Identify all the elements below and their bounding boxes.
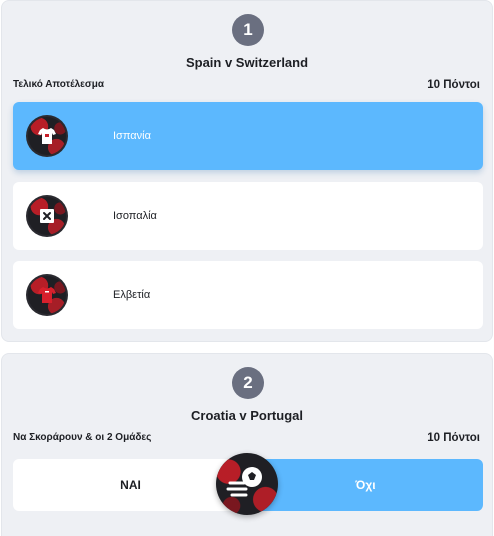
question-number-badge: 1 (232, 14, 264, 46)
match-title: Spain v Switzerland (185, 55, 309, 70)
question-number-badge: 2 (232, 367, 264, 399)
option-label: Ισπανία (113, 130, 151, 142)
points-label: 10 Πόντοι (427, 79, 480, 91)
option-label: Ισοπαλία (113, 210, 157, 222)
yes-button[interactable]: ΝΑΙ (13, 459, 248, 511)
draw-x-icon (28, 197, 66, 235)
option-switzerland[interactable]: Ελβετία (13, 261, 483, 329)
no-button[interactable]: Όχι (248, 459, 483, 511)
spain-shirt-icon (28, 117, 66, 155)
match-title: Croatia v Portugal (191, 408, 303, 423)
question-card-1: 1 Spain v Switzerland Τελικό Αποτέλεσμα … (1, 0, 493, 342)
points-label: 10 Πόντοι (427, 432, 480, 444)
football-icon (216, 453, 278, 515)
switzerland-shirt-icon (28, 276, 66, 314)
question-card-2: 2 Croatia v Portugal Να Σκοράρουν & οι 2… (1, 353, 493, 536)
option-draw[interactable]: Ισοπαλία (13, 182, 483, 250)
option-label: Ελβετία (113, 289, 151, 301)
market-label: Τελικό Αποτέλεσμα (13, 79, 105, 90)
option-spain[interactable]: Ισπανία (13, 102, 483, 170)
market-label: Να Σκοράρουν & οι 2 Ομάδες (13, 432, 152, 443)
